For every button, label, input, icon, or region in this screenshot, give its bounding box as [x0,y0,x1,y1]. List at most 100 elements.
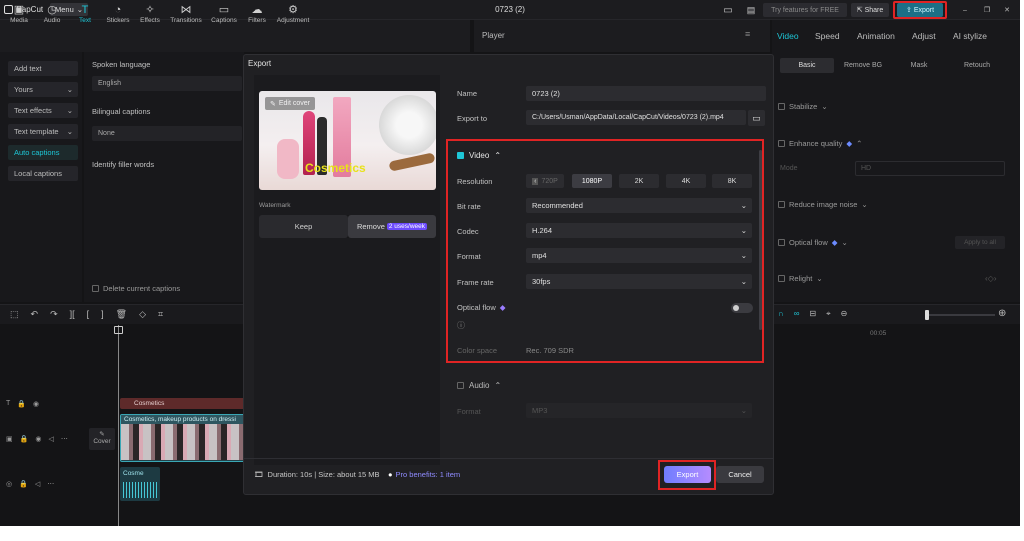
video-section-toggle[interactable]: Video ⌃ [457,151,501,160]
export-button[interactable]: Export [664,466,711,483]
share-button[interactable]: ⇱ Share [851,3,889,17]
cover-button[interactable]: ✎ Cover [89,428,115,450]
spoken-language-select[interactable]: English [92,76,242,91]
zoom-slider-handle[interactable] [925,310,929,320]
watermark-remove-button[interactable]: Remove 2 uses/week [348,215,436,238]
eye-icon[interactable]: ◉ [33,400,39,408]
close-icon[interactable]: ✕ [1000,3,1014,17]
crop-icon[interactable]: ⌗ [158,309,163,320]
optical-flow-row[interactable]: Optical flow ◆ ⌄ [778,238,848,247]
more-icon[interactable]: ⋯ [61,435,68,443]
redo-icon[interactable]: ↷ [50,309,58,320]
restore-icon[interactable]: ❐ [980,3,994,17]
lock-icon[interactable]: 🔒 [19,480,28,488]
playhead[interactable] [118,325,119,526]
tool-effects[interactable]: ✧ Effects [133,4,167,24]
export-top-button[interactable]: ⇪ Export [897,3,943,17]
eye-icon[interactable]: ◉ [35,435,41,443]
marker-icon[interactable]: ◇ [139,309,146,320]
undo-icon[interactable]: ↶ [31,309,39,320]
nav-yours[interactable]: Yours ⌄ [8,82,78,97]
subtab-retouch[interactable]: Retouch [948,58,1006,73]
link-icon[interactable]: ∞ [794,309,800,319]
tool-text[interactable]: T Text [68,4,102,24]
framerate-select[interactable]: 30fps ⌄ [526,274,752,289]
delete-captions-option[interactable]: Delete current captions [92,284,180,293]
tool-media[interactable]: ▣ Media [2,4,36,24]
zoom-slider[interactable] [925,314,995,316]
bilingual-select[interactable]: None [92,126,242,141]
subtab-basic[interactable]: Basic [780,58,834,73]
audio-clip[interactable]: Cosme [120,467,160,501]
nav-local-captions[interactable]: Local captions [8,166,78,181]
tool-filters[interactable]: ☁ Filters [240,4,274,24]
playhead-handle[interactable] [114,326,123,334]
resolution-1080p[interactable]: 1080P [572,174,612,188]
bitrate-select[interactable]: Recommended ⌄ [526,198,752,213]
resolution-720p[interactable]: ‹ 720P [526,174,564,188]
tool-transitions[interactable]: ⋈ Transitions [169,4,203,24]
dialog-scrollbar[interactable] [759,150,762,330]
resolution-8k[interactable]: 8K [712,174,752,188]
lock-icon[interactable]: 🔒 [17,400,26,408]
split-right-icon[interactable]: ] [101,309,104,320]
optical-flow-toggle[interactable] [731,303,753,313]
stabilize-row[interactable]: Stabilize ⌄ [778,102,828,111]
player-menu-icon[interactable]: ≡ [745,29,750,39]
layout-icon[interactable]: ▭ [716,3,740,17]
split-left-icon[interactable]: [ [87,309,90,320]
preview-axis-icon[interactable]: ⊟ [809,309,816,319]
try-pro-button[interactable]: Try features for FREE [763,3,847,17]
format-select[interactable]: mp4 ⌄ [526,248,752,263]
mute-icon[interactable]: ◁ [48,435,53,443]
diamond-nav-icon[interactable]: ‹◇› [985,274,996,283]
folder-icon[interactable]: ▭ [748,110,765,126]
tool-stickers[interactable]: ◔ Stickers [101,4,135,24]
name-input[interactable]: 0723 (2) [526,86,766,101]
reduce-noise-row[interactable]: Reduce image noise ⌄ [778,200,868,209]
relight-row[interactable]: Relight ⌄ [778,274,823,283]
tab-adjust[interactable]: Adjust [912,31,936,41]
subtab-remove-bg[interactable]: Remove BG [836,58,890,73]
select-tool-icon[interactable]: ⬚ [10,309,19,320]
tool-captions[interactable]: ▭ Captions [207,4,241,24]
subtab-mask[interactable]: Mask [892,58,946,73]
audio-section-toggle[interactable]: Audio ⌃ [457,381,501,390]
watermark-keep-button[interactable]: Keep [259,215,348,238]
resolution-2k[interactable]: 2K [619,174,659,188]
info-icon[interactable]: ⓘ [457,320,465,331]
minimize-icon[interactable]: – [958,3,972,17]
quality-mode-select[interactable]: HD [855,161,1005,176]
edit-cover-button[interactable]: ✎ Edit cover [265,97,315,110]
tool-audio[interactable]: ◷ Audio [35,4,69,24]
nav-auto-captions[interactable]: Auto captions [8,145,78,160]
nav-text-template[interactable]: Text template ⌄ [8,124,78,139]
video-clip[interactable]: Cosmetics, makeup products on dressi [120,414,245,462]
zoom-out-icon[interactable]: ⊖ [841,309,848,319]
tab-video[interactable]: Video [777,31,799,41]
export-path-input[interactable]: C:/Users/Usman/AppData/Local/CapCut/Vide… [526,110,746,125]
enhance-quality-row[interactable]: Enhance quality ◆ ⌃ [778,139,862,148]
lock-icon[interactable]: 🔒 [20,435,29,443]
nav-add-text[interactable]: Add text [8,61,78,76]
cancel-button[interactable]: Cancel [716,466,764,483]
magnet-icon[interactable]: ∩ [778,309,784,319]
audio-format-select[interactable]: MP3 ⌄ [526,403,752,418]
nav-text-effects[interactable]: Text effects ⌄ [8,103,78,118]
resolution-4k[interactable]: 4K [666,174,706,188]
codec-select[interactable]: H.264 ⌄ [526,223,752,238]
split-icon[interactable]: ][ [70,309,75,320]
apply-to-all-button[interactable]: Apply to all [955,236,1005,249]
tab-speed[interactable]: Speed [815,31,840,41]
zoom-fit-icon[interactable]: ⌖ [826,309,831,319]
mute-icon[interactable]: ◁ [35,480,40,488]
tool-adjustment[interactable]: ⚙ Adjustment [276,4,310,24]
tab-ai-stylize[interactable]: AI stylize [953,31,987,41]
zoom-in-icon[interactable]: ⊕ [998,308,1006,319]
text-clip[interactable]: Cosmetics [120,398,245,409]
shortcuts-icon[interactable]: ▤ [742,3,760,17]
pro-benefits-link[interactable]: ● Pro benefits: 1 item [388,470,460,479]
delete-icon[interactable]: 🗑 [116,309,127,320]
tab-animation[interactable]: Animation [857,31,895,41]
more-icon[interactable]: ⋯ [47,480,54,488]
